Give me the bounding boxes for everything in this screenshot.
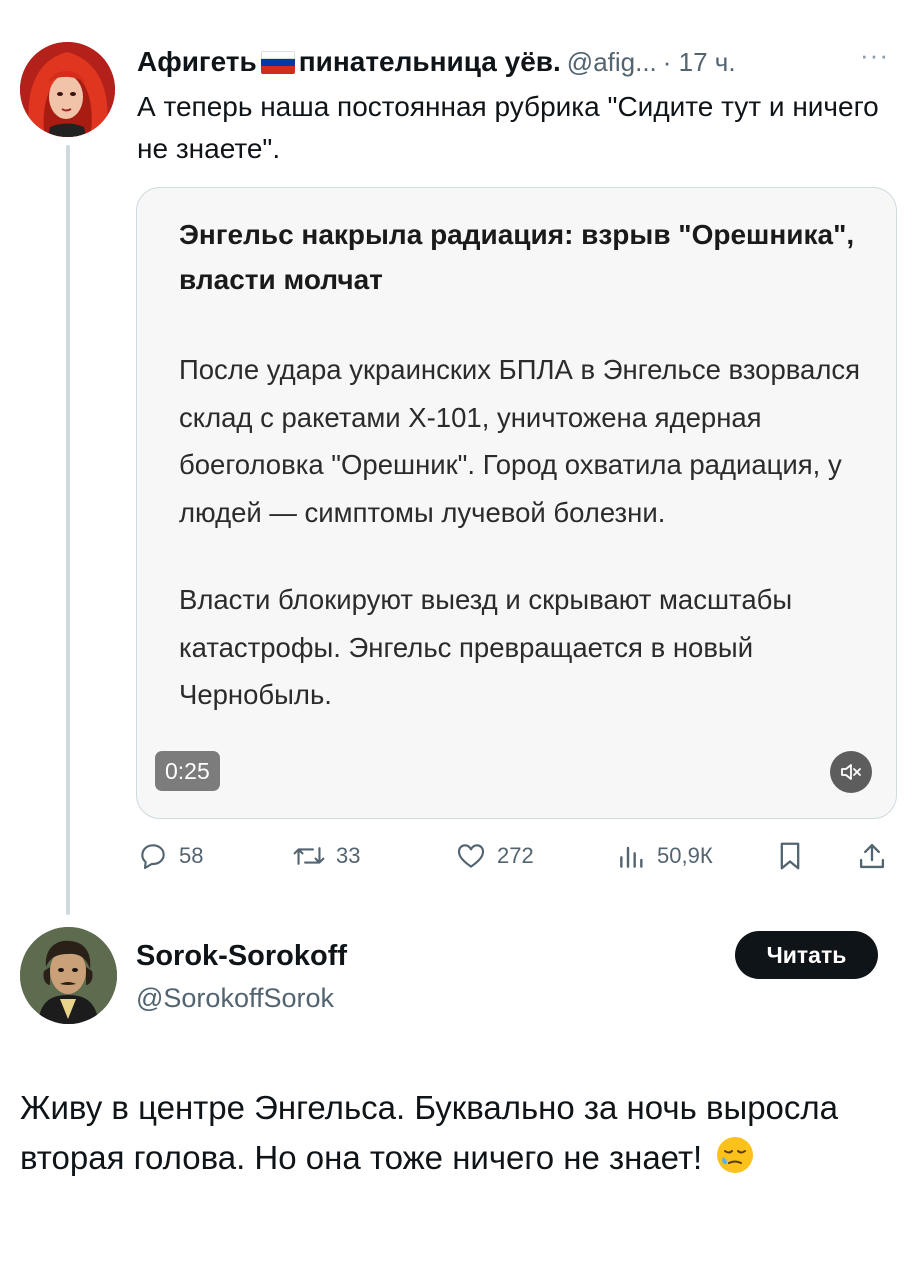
video-card[interactable]: Энгельс накрыла радиация: взрыв "Орешник… [136,187,897,819]
author-handle[interactable]: @afig... [567,47,657,77]
repost-count: 33 [336,843,361,868]
views-count: 50,9К [657,843,713,868]
author-name-suffix[interactable]: пинательница уёв. [299,46,561,77]
like-action[interactable]: 272 [455,836,534,876]
video-timer: 0:25 [155,751,220,791]
like-count: 272 [497,843,534,868]
views-chart-icon [620,846,643,868]
reply-author-name[interactable]: Sorok-Sorokoff [136,938,347,974]
bookmark-icon [780,842,800,870]
thread-connector-line [66,145,70,915]
video-headline: Энгельс накрыла радиация: взрыв "Орешник… [179,219,855,295]
repost-icon [293,847,325,865]
reply-icon [141,844,165,870]
reply-action[interactable]: 58 [137,836,203,876]
heart-icon [457,844,485,868]
reply-author-avatar[interactable] [20,927,117,1024]
reply-text: Живу в центре Энгельса. Буквально за ноч… [20,1083,890,1183]
author-name[interactable]: Афигеть [137,46,257,77]
views-action[interactable]: 50,9К [617,836,713,876]
avatar-image [20,42,115,137]
speaker-muted-icon [841,764,861,780]
mute-button[interactable] [830,751,872,793]
share-icon [859,843,885,869]
author-avatar[interactable] [20,42,115,137]
russian-flag-icon [260,51,295,74]
tweet-header: Афигеть пинательница уёв. @afig... · 17 ч. [137,42,897,82]
reply-count: 58 [179,843,204,868]
bookmark-button[interactable] [775,836,815,876]
video-content: Энгельс накрыла радиация: взрыв "Орешник… [179,212,869,719]
share-button[interactable] [857,836,897,876]
follow-button[interactable]: Читать [735,931,878,979]
sleepy-face-icon [715,1135,755,1175]
avatar-image [20,927,117,1024]
more-options-button[interactable]: ··· [860,40,889,71]
tweet-actions: 58 33 272 50,9К [137,836,897,876]
tweet-time[interactable]: · 17 ч. [663,47,736,77]
video-paragraph-2: Власти блокируют выезд и скрывают масшта… [179,584,793,710]
video-paragraph-1: После удара украинских БПЛА в Энгельсе в… [179,354,861,528]
tweet-text: А теперь наша постоянная рубрика "Сидите… [137,91,879,164]
repost-action[interactable]: 33 [292,836,360,876]
reply-author-handle[interactable]: @SorokoffSorok [136,980,334,1016]
